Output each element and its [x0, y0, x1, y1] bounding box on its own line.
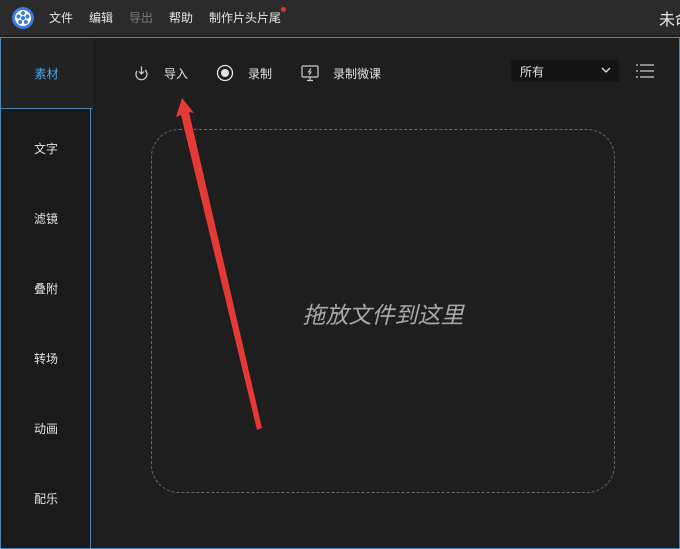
screen-record-icon [301, 64, 319, 81]
sidebar-item-overlays[interactable]: 叠附 [1, 253, 91, 323]
filter-dropdown[interactable]: 所有 [511, 60, 619, 82]
record-button[interactable]: 录制 [216, 63, 272, 83]
sidebar-item-transitions[interactable]: 转场 [1, 323, 91, 393]
menu-make-intro-outro[interactable]: 制作片头片尾 [209, 10, 281, 26]
menu-bar: 文件 编辑 导出 帮助 制作片头片尾 未命 [0, 0, 680, 35]
sidebar-item-filters[interactable]: 滤镜 [1, 183, 91, 253]
sidebar: 素材 文字 滤镜 叠附 转场 动画 配乐 [1, 38, 93, 548]
import-icon [135, 66, 148, 80]
record-lesson-button[interactable]: 录制微课 [301, 63, 381, 83]
app-logo-icon[interactable] [11, 6, 35, 30]
sidebar-item-text[interactable]: 文字 [1, 113, 91, 183]
menu-edit[interactable]: 编辑 [89, 10, 113, 26]
new-badge-dot [281, 7, 286, 12]
drop-zone[interactable]: 拖放文件到这里 [151, 129, 615, 493]
import-label: 导入 [164, 66, 189, 81]
sidebar-item-music[interactable]: 配乐 [1, 463, 91, 533]
list-view-icon[interactable] [635, 63, 655, 79]
sidebar-item-materials[interactable]: 素材 [1, 38, 93, 109]
chevron-down-icon [601, 67, 611, 73]
import-button[interactable]: 导入 [133, 63, 188, 83]
record-lesson-label: 录制微课 [333, 66, 382, 81]
main-panel: 素材 文字 滤镜 叠附 转场 动画 配乐 导入 录制 录制微课 所有 拖放文件到… [0, 37, 680, 549]
menu-export[interactable]: 导出 [129, 10, 153, 26]
filter-value: 所有 [520, 64, 545, 79]
sidebar-divider [90, 108, 91, 548]
menu-help[interactable]: 帮助 [169, 10, 193, 26]
sidebar-item-animations[interactable]: 动画 [1, 393, 91, 463]
window-title: 未命 [659, 10, 680, 29]
record-label: 录制 [248, 66, 273, 81]
record-icon [216, 64, 234, 82]
drop-zone-hint: 拖放文件到这里 [302, 303, 464, 329]
menu-file[interactable]: 文件 [49, 10, 73, 26]
